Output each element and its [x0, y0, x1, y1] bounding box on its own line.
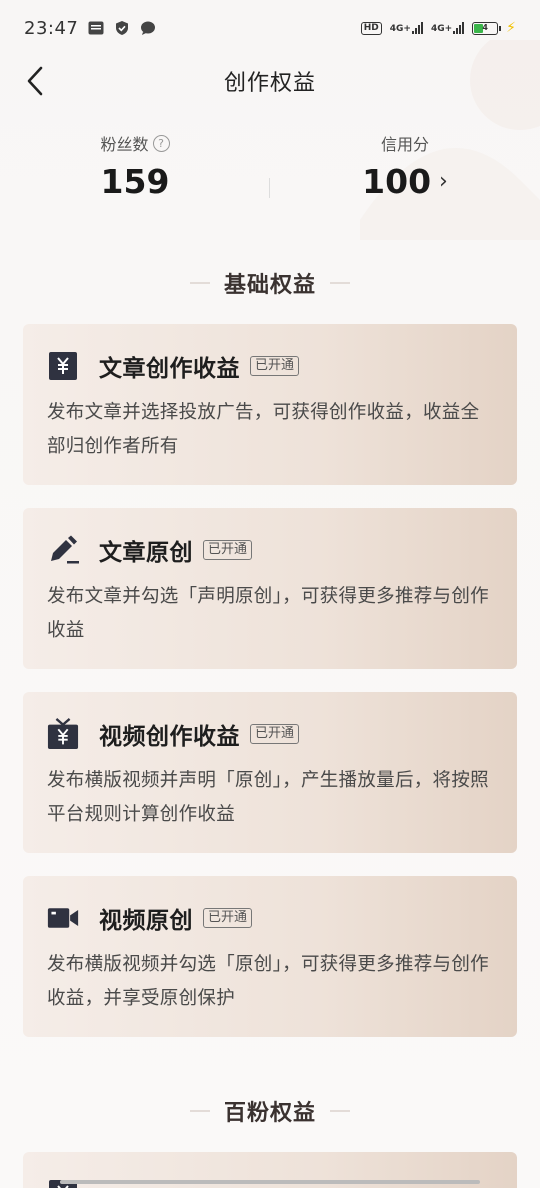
fans-value: 159	[100, 162, 170, 201]
battery-icon: 4	[472, 21, 502, 35]
home-indicator[interactable]	[60, 1180, 480, 1184]
benefit-card-article-revenue[interactable]: 文章创作收益 已开通 发布文章并选择投放广告，可获得创作收益，收益全部归创作者所…	[23, 324, 517, 485]
status-bar: 23:47 HD 4G+ 4G+ 4 ⚡	[0, 0, 540, 56]
status-badge: 已开通	[203, 540, 253, 560]
credit-stat[interactable]: 信用分 100 ›	[270, 130, 540, 220]
video-camera-icon	[47, 902, 79, 934]
status-badge: 已开通	[250, 356, 300, 376]
tv-yuan-icon	[47, 718, 79, 750]
yuan-icon	[47, 350, 79, 382]
card-description: 发布横版视频并勾选「原创」，可获得更多推荐与创作收益，并享受原创保护	[47, 954, 489, 1009]
card-title: 视频创作收益	[99, 724, 240, 750]
chat-icon	[141, 21, 156, 35]
card-title: 文章创作收益	[99, 356, 240, 382]
charging-icon: ⚡	[506, 20, 516, 36]
section-title: 百粉权益	[223, 1101, 316, 1126]
page: 23:47 HD 4G+ 4G+ 4 ⚡ 创作权益 粉丝数 ? 159 信用分 …	[0, 0, 540, 1188]
card-title: 文章原创	[99, 540, 193, 566]
benefit-card-video-original[interactable]: 视频原创 已开通 发布横版视频并勾选「原创」，可获得更多推荐与创作收益，并享受原…	[23, 876, 517, 1037]
page-title: 创作权益	[223, 71, 316, 96]
news-icon	[88, 21, 104, 35]
card-description: 发布文章并选择投放广告，可获得创作收益，收益全部归创作者所有	[47, 402, 480, 457]
status-time: 23:47	[24, 17, 79, 39]
fans-stat: 粉丝数 ? 159	[0, 130, 270, 220]
fans-label: 粉丝数	[100, 135, 149, 154]
card-description: 发布横版视频并声明「原创」，产生播放量后，将按照平台规则计算创作收益	[47, 770, 489, 825]
battery-level: 4	[482, 23, 488, 32]
network-type-2: 4G+	[430, 24, 453, 34]
section-header-basic: 基础权益	[0, 266, 540, 300]
stats-panel: 粉丝数 ? 159 信用分 100 ›	[0, 130, 540, 220]
status-badge: 已开通	[250, 724, 300, 744]
chevron-right-icon: ›	[439, 169, 448, 194]
benefit-card-video-revenue[interactable]: 视频创作收益 已开通 发布横版视频并声明「原创」，产生播放量后，将按照平台规则计…	[23, 692, 517, 853]
pen-icon	[47, 534, 79, 566]
back-button[interactable]	[18, 64, 52, 98]
credit-label: 信用分	[380, 135, 429, 154]
nav-bar: 创作权益	[0, 56, 540, 106]
benefit-card-article-original[interactable]: 文章原创 已开通 发布文章并勾选「声明原创」，可获得更多推荐与创作收益	[23, 508, 517, 669]
signal-2: 4G+	[430, 22, 465, 34]
hd-badge: HD	[360, 21, 382, 35]
section-title: 基础权益	[223, 273, 316, 298]
status-badge: 已开通	[203, 908, 253, 928]
shield-icon	[116, 21, 129, 35]
stats-divider	[269, 178, 270, 198]
network-type-1: 4G+	[389, 24, 411, 34]
signal-1: 4G+	[390, 22, 423, 34]
card-description: 发布文章并勾选「声明原创」，可获得更多推荐与创作收益	[47, 586, 489, 641]
signal-bars-icon	[453, 22, 465, 34]
signal-bars-icon	[411, 22, 423, 34]
card-title: 视频原创	[99, 908, 193, 934]
section-header-hundred-fans: 百粉权益	[0, 1094, 540, 1128]
help-icon[interactable]: ?	[152, 134, 170, 152]
credit-value: 100	[362, 162, 432, 201]
chevron-left-icon	[27, 66, 43, 96]
